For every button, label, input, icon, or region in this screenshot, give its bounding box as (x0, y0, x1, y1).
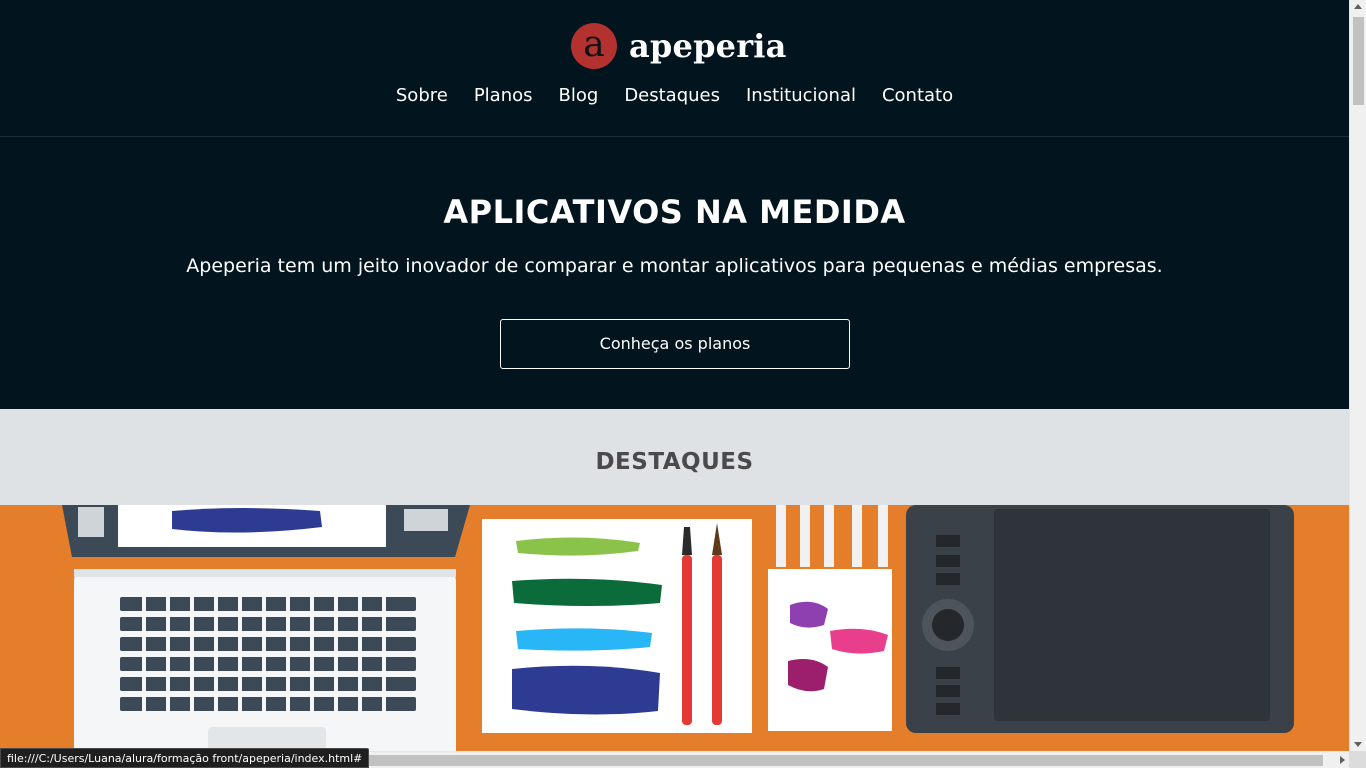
nav-item-blog[interactable]: Blog (559, 84, 599, 108)
banner-image (0, 505, 1349, 768)
workspace-illustration-icon (62, 505, 1294, 768)
destaques-title: DESTAQUES (595, 449, 754, 475)
brand-name: apeperia (629, 27, 787, 65)
hero-title: APLICATIVOS NA MEDIDA (443, 193, 906, 231)
nav-item-destaques[interactable]: Destaques (624, 84, 720, 108)
hero-section: APLICATIVOS NA MEDIDA Apeperia tem um je… (0, 137, 1349, 409)
main-nav: Sobre Planos Blog Destaques Instituciona… (0, 84, 1349, 108)
page: a apeperia Sobre Planos Blog Destaques I… (0, 0, 1349, 768)
brand-logo[interactable]: a apeperia (571, 23, 787, 69)
destaques-section: DESTAQUES (0, 409, 1349, 505)
scrollbar-corner (1349, 751, 1366, 768)
scroll-up-icon[interactable] (1354, 4, 1362, 9)
nav-item-institucional[interactable]: Institucional (746, 84, 856, 108)
site-header: a apeperia Sobre Planos Blog Destaques I… (0, 0, 1349, 137)
vertical-scroll-thumb[interactable] (1353, 17, 1364, 105)
status-bar-url: file:///C:/Users/Luana/alura/formação fr… (0, 748, 370, 768)
nav-item-planos[interactable]: Planos (474, 84, 533, 108)
scroll-down-icon[interactable] (1354, 742, 1362, 747)
scroll-right-icon[interactable] (1340, 756, 1345, 764)
nav-item-sobre[interactable]: Sobre (396, 84, 448, 108)
logo-badge-icon: a (571, 23, 617, 69)
hero-description: Apeperia tem um jeito inovador de compar… (186, 255, 1163, 277)
vertical-scrollbar[interactable] (1349, 0, 1366, 751)
plans-button[interactable]: Conheça os planos (500, 319, 850, 369)
nav-item-contato[interactable]: Contato (882, 84, 953, 108)
